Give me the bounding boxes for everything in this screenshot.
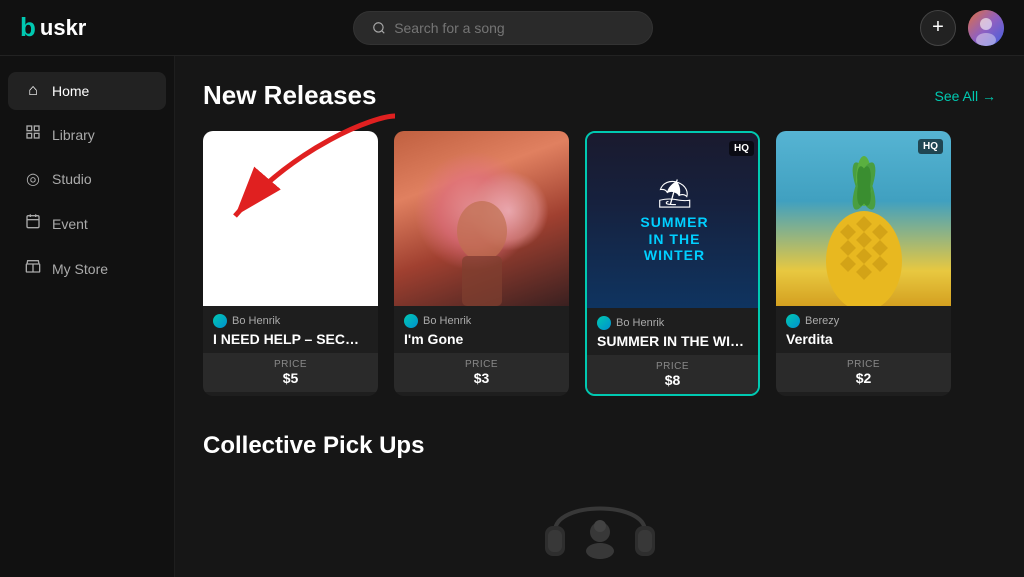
cover-image-1 [203, 131, 378, 306]
song-cover-4: HQ [776, 131, 951, 306]
library-icon [24, 124, 42, 145]
artist-name-2: Bo Henrik [423, 315, 471, 327]
artist-avatar-1 [213, 314, 227, 328]
new-releases-title: New Releases [203, 80, 376, 111]
collective-title: Collective Pick Ups [203, 432, 996, 460]
song-info-1: Bo Henrik I NEED HELP – SECRET... [203, 306, 378, 347]
home-icon: ⌂ [24, 82, 42, 100]
price-section-3: PRICE $8 [587, 355, 758, 394]
price-label-3: PRICE [597, 361, 748, 372]
price-value-4: $2 [786, 370, 941, 386]
song-title-3: SUMMER IN THE WINT... [597, 333, 748, 349]
song-card-3[interactable]: HQ ⛱ SUMMERIN THEWINTER Bo Henrik SUMMER… [585, 131, 760, 396]
search-input[interactable] [394, 20, 634, 36]
song-title-4: Verdita [786, 331, 941, 347]
artist-avatar-2 [404, 314, 418, 328]
song-card-2[interactable]: Bo Henrik I'm Gone PRICE $3 [394, 131, 569, 396]
song-cover-2 [394, 131, 569, 306]
user-avatar[interactable] [968, 10, 1004, 46]
add-button[interactable]: + [920, 10, 956, 46]
artist-row-1: Bo Henrik [213, 314, 368, 328]
logo-text: uskr [40, 15, 86, 41]
studio-icon: ◎ [24, 169, 42, 189]
hq-badge-3: HQ [729, 141, 754, 156]
song-info-4: Berezy Verdita [776, 306, 951, 347]
sidebar-item-studio[interactable]: ◎ Studio [8, 159, 166, 199]
new-releases-header: New Releases See All → [203, 80, 996, 111]
summer-text: SUMMERIN THEWINTER [640, 214, 708, 264]
song-title-1: I NEED HELP – SECRET... [213, 331, 368, 347]
song-info-2: Bo Henrik I'm Gone [394, 306, 569, 347]
sidebar-item-mystore[interactable]: My Store [8, 248, 166, 289]
price-label-2: PRICE [404, 359, 559, 370]
price-section-4: PRICE $2 [776, 353, 951, 392]
sidebar-item-event[interactable]: Event [8, 203, 166, 244]
sidebar-label-mystore: My Store [52, 261, 108, 277]
artist-row-4: Berezy [786, 314, 941, 328]
artist-avatar-3 [597, 316, 611, 330]
price-section-1: PRICE $5 [203, 353, 378, 392]
header: b uskr + [0, 0, 1024, 56]
price-label-4: PRICE [786, 359, 941, 370]
logo-icon: b [20, 12, 36, 43]
song-info-3: Bo Henrik SUMMER IN THE WINT... [587, 308, 758, 349]
collective-section: Collective Pick Ups [203, 432, 996, 566]
sidebar-label-home: Home [52, 83, 89, 99]
sidebar-label-studio: Studio [52, 171, 92, 187]
cover-image-2 [394, 131, 569, 306]
artist-name-4: Berezy [805, 315, 839, 327]
search-bar[interactable] [353, 11, 653, 45]
logo[interactable]: b uskr [20, 12, 86, 43]
mystore-icon [24, 258, 42, 279]
song-card-4[interactable]: HQ [776, 131, 951, 396]
sidebar-item-home[interactable]: ⌂ Home [8, 72, 166, 110]
umbrella-icon: ⛱ [657, 177, 693, 210]
layout: ⌂ Home Library ◎ Studio Event [0, 56, 1024, 577]
cover-image-4: HQ [776, 131, 951, 306]
price-section-2: PRICE $3 [394, 353, 569, 392]
cover-image-3: HQ ⛱ SUMMERIN THEWINTER [587, 133, 760, 308]
sidebar-label-library: Library [52, 127, 95, 143]
song-card-1[interactable]: Bo Henrik I NEED HELP – SECRET... PRICE … [203, 131, 378, 396]
sidebar: ⌂ Home Library ◎ Studio Event [0, 56, 175, 577]
artist-avatar-4 [786, 314, 800, 328]
headphone-icon [203, 476, 996, 566]
price-value-2: $3 [404, 370, 559, 386]
songs-grid: Bo Henrik I NEED HELP – SECRET... PRICE … [203, 131, 996, 396]
header-actions: + [920, 10, 1004, 46]
song-title-2: I'm Gone [404, 331, 559, 347]
price-value-3: $8 [597, 372, 748, 388]
price-label-1: PRICE [213, 359, 368, 370]
artist-row-3: Bo Henrik [597, 316, 748, 330]
artist-name-1: Bo Henrik [232, 315, 280, 327]
song-cover-3: HQ ⛱ SUMMERIN THEWINTER [587, 133, 760, 308]
song-cover-1 [203, 131, 378, 306]
see-all-button[interactable]: See All → [935, 88, 996, 104]
main-content: New Releases See All → Bo Henrik I NEED … [175, 56, 1024, 577]
event-icon [24, 213, 42, 234]
artist-row-2: Bo Henrik [404, 314, 559, 328]
sidebar-label-event: Event [52, 216, 88, 232]
search-icon [372, 21, 386, 35]
price-value-1: $5 [213, 370, 368, 386]
artist-name-3: Bo Henrik [616, 317, 664, 329]
sidebar-item-library[interactable]: Library [8, 114, 166, 155]
